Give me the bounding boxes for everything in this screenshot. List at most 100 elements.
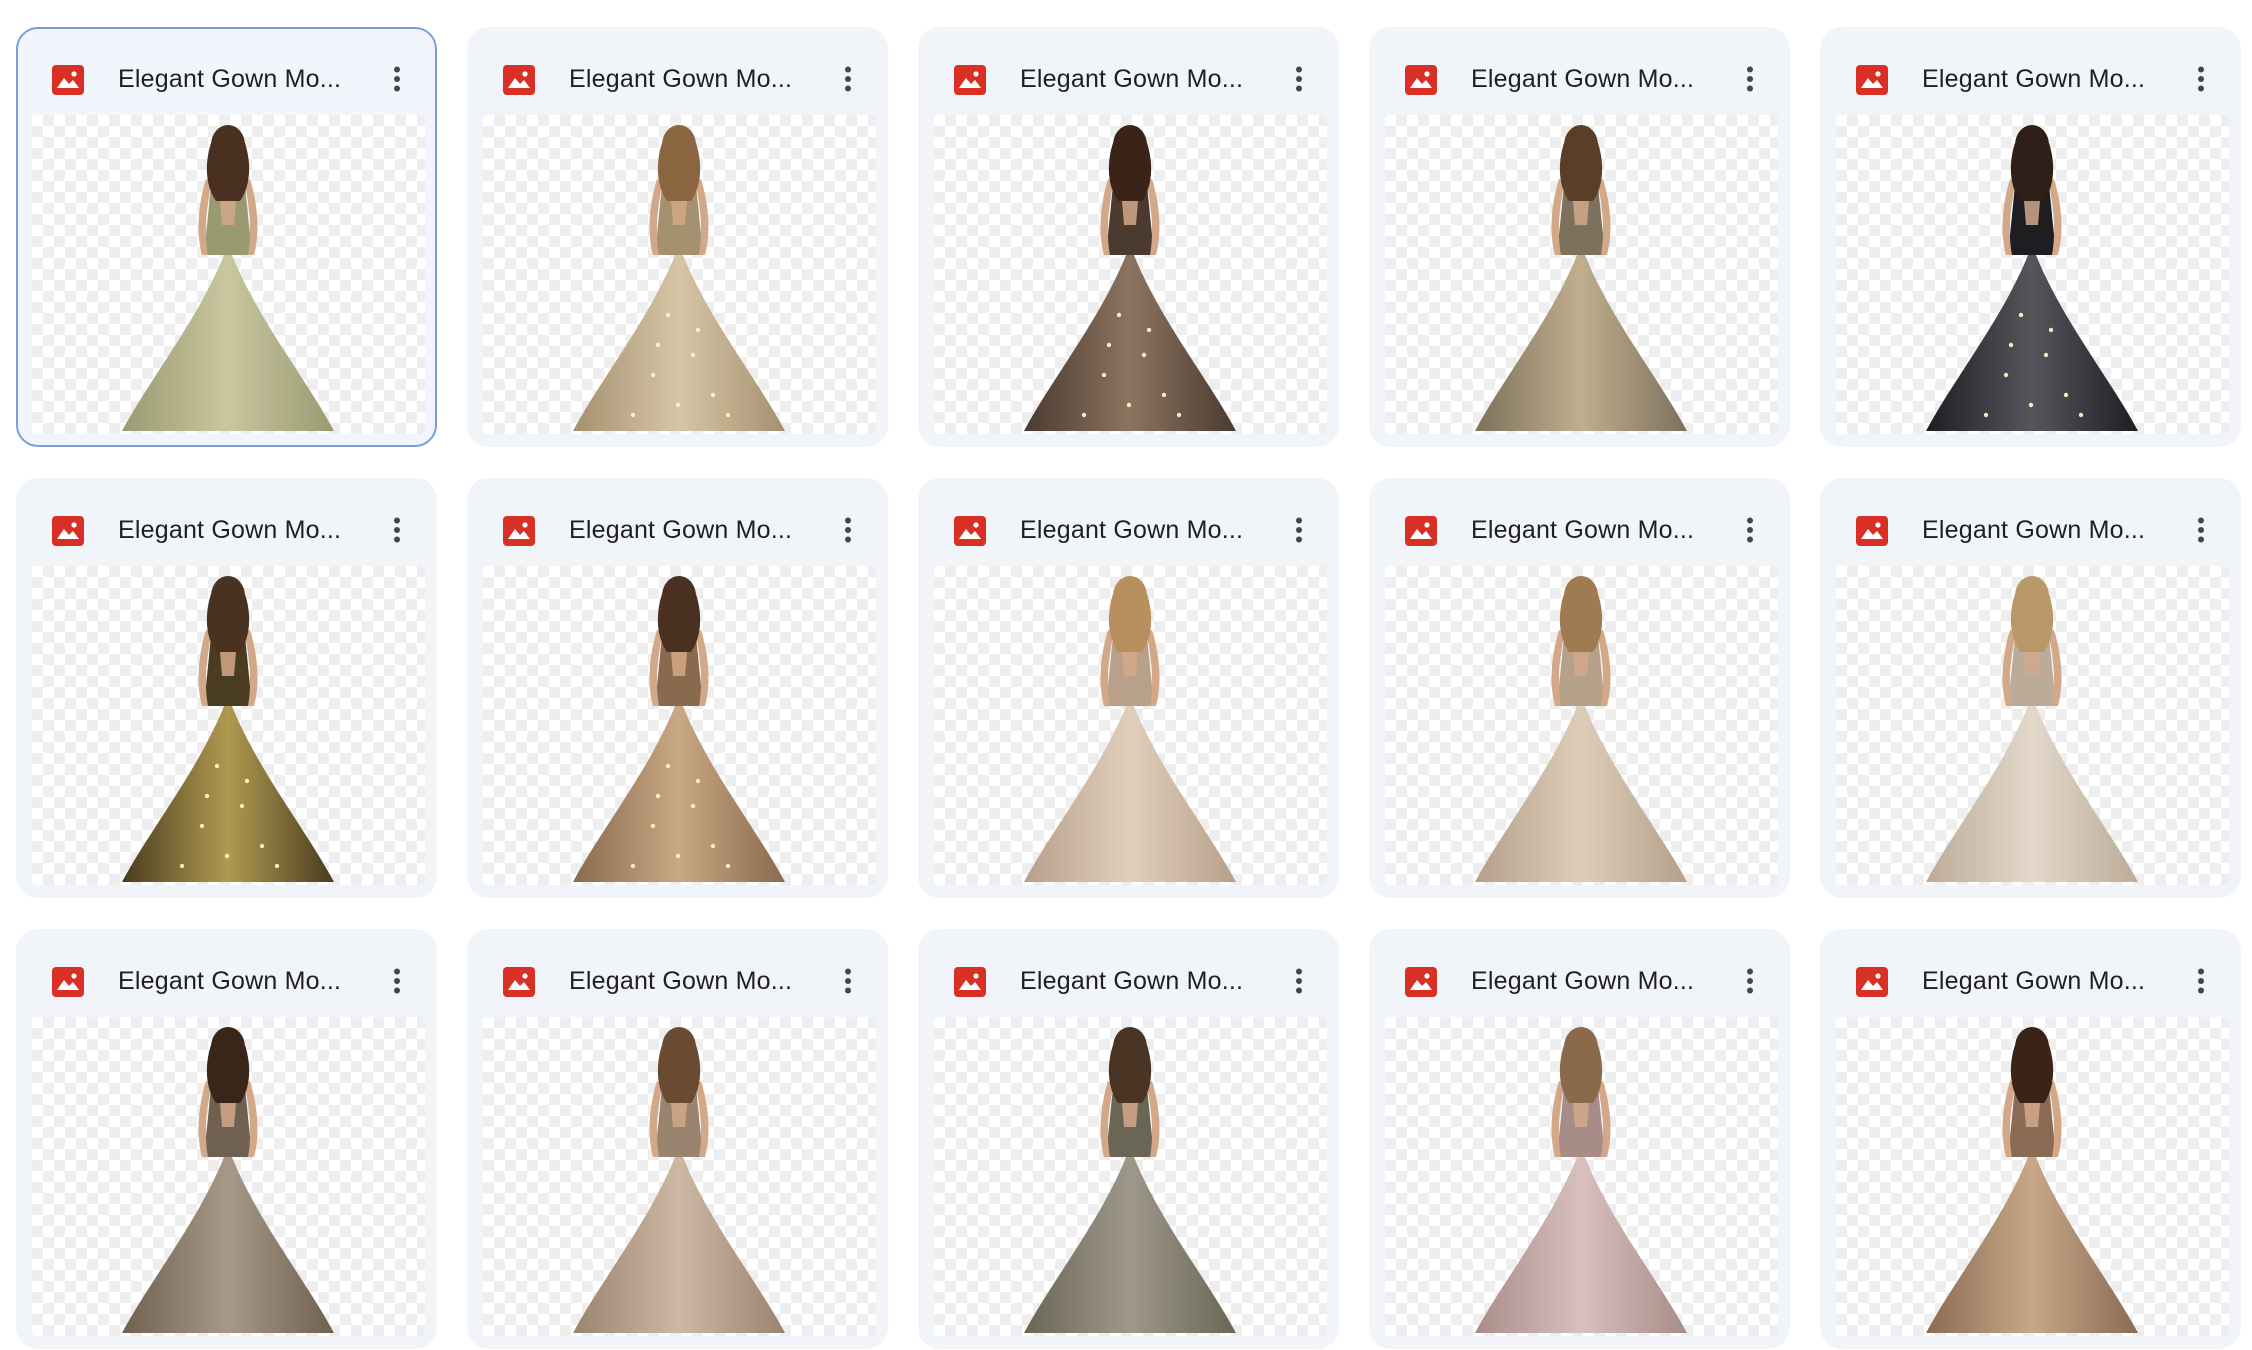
file-card-header[interactable]: Elegant Gown Mo... [1822,29,2239,129]
more-vert-icon [394,517,400,543]
image-file-icon [1405,516,1437,546]
file-card-header[interactable]: Elegant Gown Mo... [920,931,1337,1031]
more-vert-icon [845,517,851,543]
file-grid: Elegant Gown Mo... Elegant Gown Mo... El… [0,0,2252,1350]
file-card[interactable]: Elegant Gown Mo... [467,929,888,1349]
file-card[interactable]: Elegant Gown Mo... [467,478,888,898]
file-name: Elegant Gown Mo... [1020,65,1244,93]
file-thumbnail[interactable] [1836,115,2229,434]
image-file-icon [503,65,535,95]
file-name: Elegant Gown Mo... [1471,516,1695,544]
gown-figure-image [1926,576,2138,882]
file-thumbnail[interactable] [483,115,876,434]
file-thumbnail[interactable] [32,115,425,434]
image-file-icon [954,967,986,997]
file-card-header[interactable]: Elegant Gown Mo... [1371,480,1788,580]
file-card[interactable]: Elegant Gown Mo... [16,27,437,447]
image-file-icon [1405,967,1437,997]
file-card-header[interactable]: Elegant Gown Mo... [1822,480,2239,580]
more-vert-icon [1747,66,1753,92]
file-card[interactable]: Elegant Gown Mo... [16,478,437,898]
file-name: Elegant Gown Mo... [118,967,342,995]
file-thumbnail[interactable] [483,1017,876,1336]
gown-figure-image [1024,1027,1236,1333]
more-vert-icon [2198,66,2204,92]
file-card-header[interactable]: Elegant Gown Mo... [18,29,435,129]
file-thumbnail[interactable] [934,1017,1327,1336]
more-options-button[interactable] [1279,59,1319,99]
more-options-button[interactable] [1730,59,1770,99]
file-thumbnail[interactable] [1385,115,1778,434]
more-vert-icon [1296,968,1302,994]
file-thumbnail[interactable] [32,566,425,885]
file-card[interactable]: Elegant Gown Mo... [1820,929,2241,1349]
gown-figure-image [1475,125,1687,431]
file-name: Elegant Gown Mo... [1020,516,1244,544]
file-name: Elegant Gown Mo... [1471,65,1695,93]
file-name: Elegant Gown Mo... [569,516,793,544]
file-card[interactable]: Elegant Gown Mo... [467,27,888,447]
more-options-button[interactable] [1279,961,1319,1001]
more-options-button[interactable] [828,510,868,550]
file-card-header[interactable]: Elegant Gown Mo... [469,931,886,1031]
gown-figure-image [1926,1027,2138,1333]
file-name: Elegant Gown Mo... [1922,516,2146,544]
file-thumbnail[interactable] [1836,566,2229,885]
more-options-button[interactable] [828,59,868,99]
more-options-button[interactable] [2181,59,2221,99]
file-card-header[interactable]: Elegant Gown Mo... [1371,931,1788,1031]
image-file-icon [52,516,84,546]
gown-figure-image [1475,1027,1687,1333]
more-vert-icon [394,66,400,92]
file-card-header[interactable]: Elegant Gown Mo... [920,29,1337,129]
more-options-button[interactable] [2181,961,2221,1001]
file-card-header[interactable]: Elegant Gown Mo... [18,480,435,580]
file-card[interactable]: Elegant Gown Mo... [918,929,1339,1349]
more-options-button[interactable] [1730,961,1770,1001]
file-thumbnail[interactable] [1385,1017,1778,1336]
file-card-header[interactable]: Elegant Gown Mo... [469,480,886,580]
file-thumbnail[interactable] [32,1017,425,1336]
image-file-icon [1405,65,1437,95]
image-file-icon [503,516,535,546]
file-thumbnail[interactable] [1385,566,1778,885]
gown-figure-image [1926,125,2138,431]
gown-figure-image [122,1027,334,1333]
more-options-button[interactable] [828,961,868,1001]
file-card[interactable]: Elegant Gown Mo... [918,27,1339,447]
file-card[interactable]: Elegant Gown Mo... [1820,27,2241,447]
file-card[interactable]: Elegant Gown Mo... [1369,929,1790,1349]
file-card-header[interactable]: Elegant Gown Mo... [18,931,435,1031]
more-vert-icon [394,968,400,994]
file-card[interactable]: Elegant Gown Mo... [16,929,437,1349]
image-file-icon [52,65,84,95]
more-options-button[interactable] [1279,510,1319,550]
file-card[interactable]: Elegant Gown Mo... [918,478,1339,898]
file-card-header[interactable]: Elegant Gown Mo... [1822,931,2239,1031]
file-card[interactable]: Elegant Gown Mo... [1369,478,1790,898]
file-card-header[interactable]: Elegant Gown Mo... [920,480,1337,580]
gown-figure-image [122,576,334,882]
more-options-button[interactable] [1730,510,1770,550]
more-options-button[interactable] [2181,510,2221,550]
gown-figure-image [122,125,334,431]
gown-figure-image [1024,576,1236,882]
file-thumbnail[interactable] [934,566,1327,885]
more-options-button[interactable] [377,961,417,1001]
file-thumbnail[interactable] [934,115,1327,434]
file-name: Elegant Gown Mo... [569,65,793,93]
file-thumbnail[interactable] [1836,1017,2229,1336]
file-name: Elegant Gown Mo... [1471,967,1695,995]
more-options-button[interactable] [377,59,417,99]
file-name: Elegant Gown Mo... [118,516,342,544]
more-options-button[interactable] [377,510,417,550]
file-card-header[interactable]: Elegant Gown Mo... [469,29,886,129]
file-card-header[interactable]: Elegant Gown Mo... [1371,29,1788,129]
file-card[interactable]: Elegant Gown Mo... [1369,27,1790,447]
file-name: Elegant Gown Mo... [1922,967,2146,995]
file-thumbnail[interactable] [483,566,876,885]
gown-figure-image [1024,125,1236,431]
file-card[interactable]: Elegant Gown Mo... [1820,478,2241,898]
image-file-icon [503,967,535,997]
more-vert-icon [1296,66,1302,92]
